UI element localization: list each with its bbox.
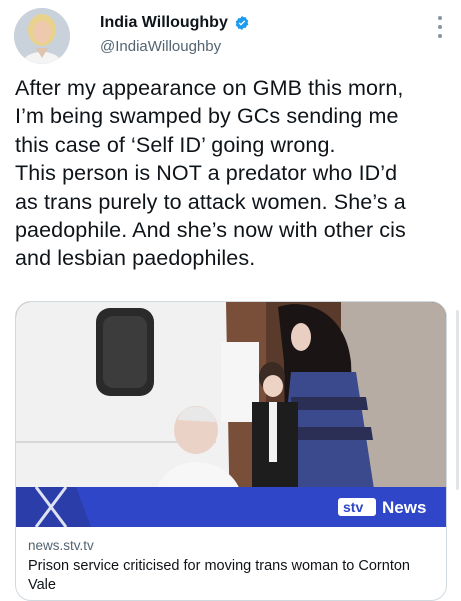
avatar-photo xyxy=(14,8,70,64)
news-photo: stv News xyxy=(16,302,446,527)
svg-text:News: News xyxy=(382,498,426,517)
link-card-domain: news.stv.tv xyxy=(28,538,94,553)
link-card-meta: news.stv.tv Prison service criticised fo… xyxy=(28,538,428,595)
scrollbar[interactable] xyxy=(456,310,459,490)
link-card-image[interactable]: stv News xyxy=(16,302,446,527)
avatar[interactable] xyxy=(14,8,70,64)
author-name-row: India Willoughby xyxy=(100,14,250,32)
verified-badge-icon xyxy=(235,16,249,30)
author-handle[interactable]: @IndiaWilloughby xyxy=(100,38,221,55)
more-options-icon[interactable] xyxy=(437,16,443,38)
link-card-title[interactable]: Prison service criticised for moving tra… xyxy=(28,557,428,595)
svg-text:stv: stv xyxy=(343,499,363,515)
link-card[interactable]: stv News news.stv.tv Prison service crit… xyxy=(15,301,447,601)
tweet-text: After my appearance on GMB this morn, I’… xyxy=(15,76,406,271)
author-display-name[interactable]: India Willoughby xyxy=(100,14,228,32)
